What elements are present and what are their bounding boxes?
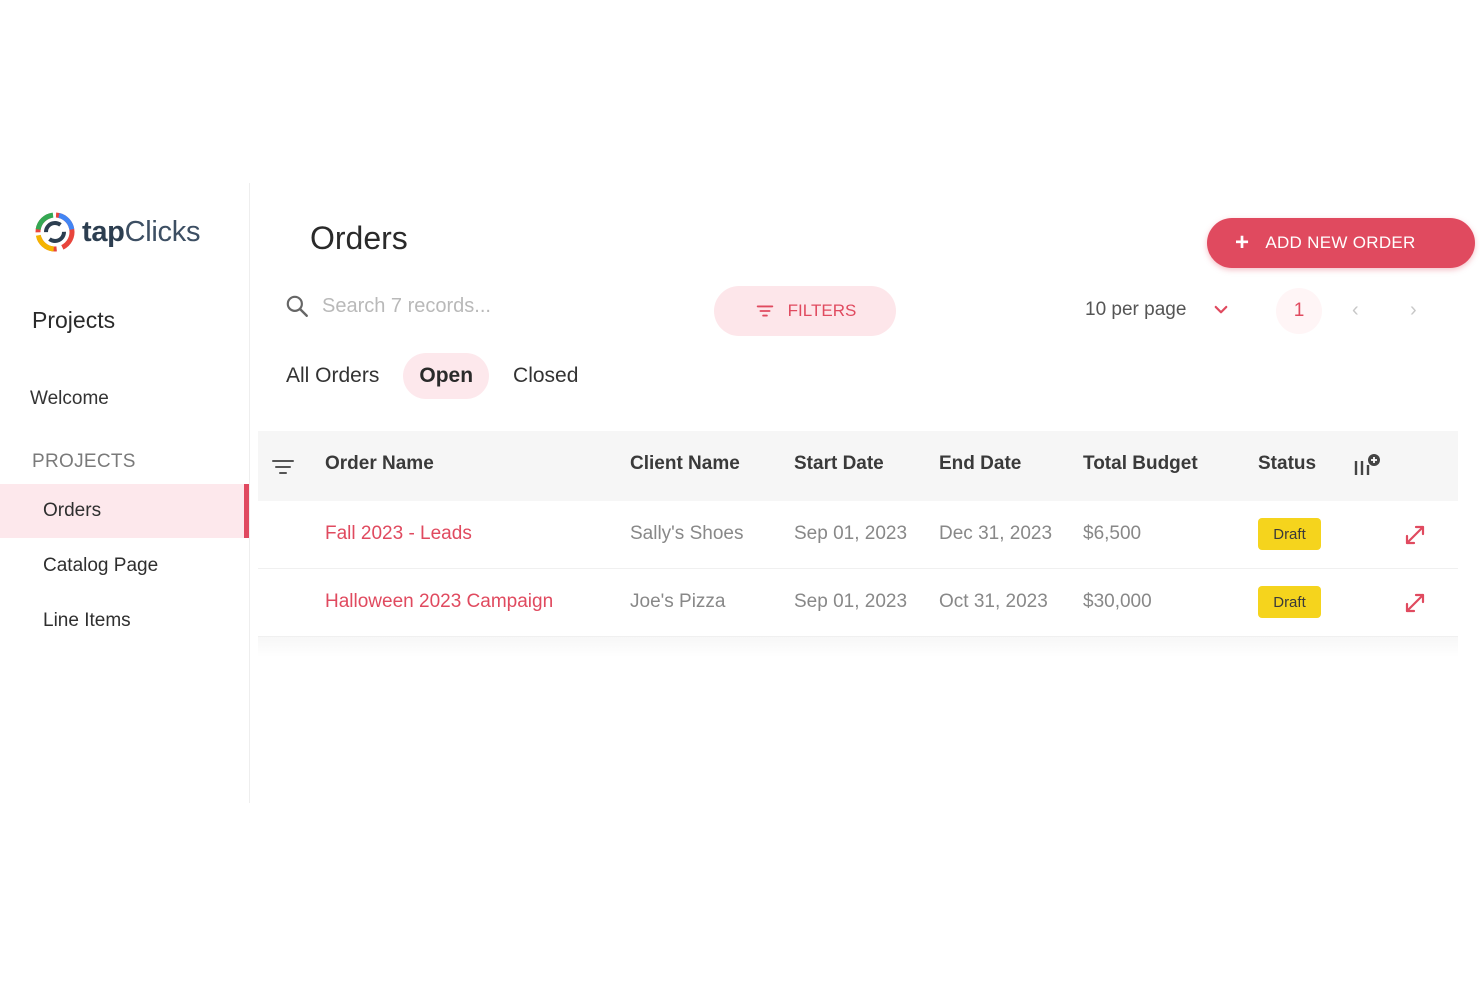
brand-logo[interactable]: tapClicks [32, 209, 200, 255]
per-page-select[interactable]: 10 per page [1085, 299, 1230, 321]
add-new-order-label: ADD NEW ORDER [1265, 233, 1416, 252]
column-header-start-date[interactable]: Start Date [794, 453, 884, 475]
sidebar-title: Projects [32, 307, 116, 333]
sidebar-section-label: PROJECTS [32, 451, 136, 472]
search-icon [286, 295, 308, 317]
per-page-value: 10 per page [1085, 299, 1187, 320]
order-name-link[interactable]: Fall 2023 - Leads [325, 523, 472, 545]
column-header-order-name[interactable]: Order Name [325, 453, 434, 475]
filters-label: FILTERS [787, 301, 857, 320]
client-name-cell: Joe's Pizza [630, 591, 726, 612]
tab-all-orders[interactable]: All Orders [270, 353, 395, 399]
column-header-client-name[interactable]: Client Name [630, 453, 740, 475]
client-name-cell: Sally's Shoes [630, 523, 744, 544]
total-budget-cell: $6,500 [1083, 523, 1142, 544]
orders-table: Order Name Client Name Start Date End Da… [258, 431, 1458, 657]
add-column-icon[interactable] [1352, 451, 1384, 479]
filters-button[interactable]: FILTERS [714, 286, 896, 336]
logo-text: tapClicks [82, 216, 200, 249]
end-date-cell: Oct 31, 2023 [939, 591, 1048, 612]
end-date-cell: Dec 31, 2023 [939, 523, 1053, 544]
add-new-order-button[interactable]: + ADD NEW ORDER [1207, 218, 1475, 268]
logo-text-tap: tap [82, 215, 125, 248]
sidebar-item-label: Orders [43, 500, 102, 521]
plus-icon: + [1235, 229, 1250, 256]
expand-icon[interactable] [1403, 591, 1427, 615]
tab-closed[interactable]: Closed [497, 353, 594, 399]
sidebar: tapClicks Projects Welcome PROJECTS Orde… [0, 183, 250, 803]
filter-icon [756, 305, 773, 317]
start-date-cell: Sep 01, 2023 [794, 523, 908, 544]
sidebar-item-catalog-page[interactable]: Catalog Page [0, 539, 249, 593]
tab-open[interactable]: Open [403, 353, 490, 399]
tapclicks-logo-icon [35, 212, 75, 252]
app-window: tapClicks Projects Welcome PROJECTS Orde… [0, 183, 1480, 803]
search-input[interactable] [322, 294, 682, 318]
table-row[interactable]: Halloween 2023 Campaign Joe's Pizza Sep … [258, 569, 1458, 637]
table-row[interactable]: Fall 2023 - Leads Sally's Shoes Sep 01, … [258, 501, 1458, 569]
table-header: Order Name Client Name Start Date End Da… [258, 431, 1458, 501]
sort-filter-icon[interactable] [270, 455, 296, 479]
sidebar-item-welcome[interactable]: Welcome [30, 388, 109, 410]
start-date-cell: Sep 01, 2023 [794, 591, 908, 612]
sidebar-item-line-items[interactable]: Line Items [0, 594, 249, 648]
chevron-down-icon [1215, 305, 1228, 314]
column-header-status[interactable]: Status [1258, 453, 1316, 475]
order-name-link[interactable]: Halloween 2023 Campaign [325, 591, 553, 613]
total-budget-cell: $30,000 [1083, 591, 1152, 612]
column-header-end-date[interactable]: End Date [939, 453, 1021, 475]
logo-text-clicks: Clicks [124, 215, 201, 248]
sidebar-item-label: Catalog Page [43, 555, 159, 576]
page-title: Orders [310, 220, 408, 256]
next-page-icon[interactable]: › [1410, 299, 1417, 322]
table-footer-shadow [258, 637, 1458, 657]
prev-page-icon[interactable]: ‹ [1352, 299, 1359, 322]
status-badge: Draft [1258, 518, 1321, 550]
column-header-total-budget[interactable]: Total Budget [1083, 453, 1198, 475]
status-badge: Draft [1258, 586, 1321, 618]
sidebar-item-label: Line Items [43, 610, 131, 631]
expand-icon[interactable] [1403, 523, 1427, 547]
page-number-button[interactable]: 1 [1276, 288, 1322, 334]
sidebar-item-orders[interactable]: Orders [0, 484, 249, 538]
order-status-tabs: All Orders Open Closed [270, 353, 602, 399]
search-bar [284, 293, 682, 319]
